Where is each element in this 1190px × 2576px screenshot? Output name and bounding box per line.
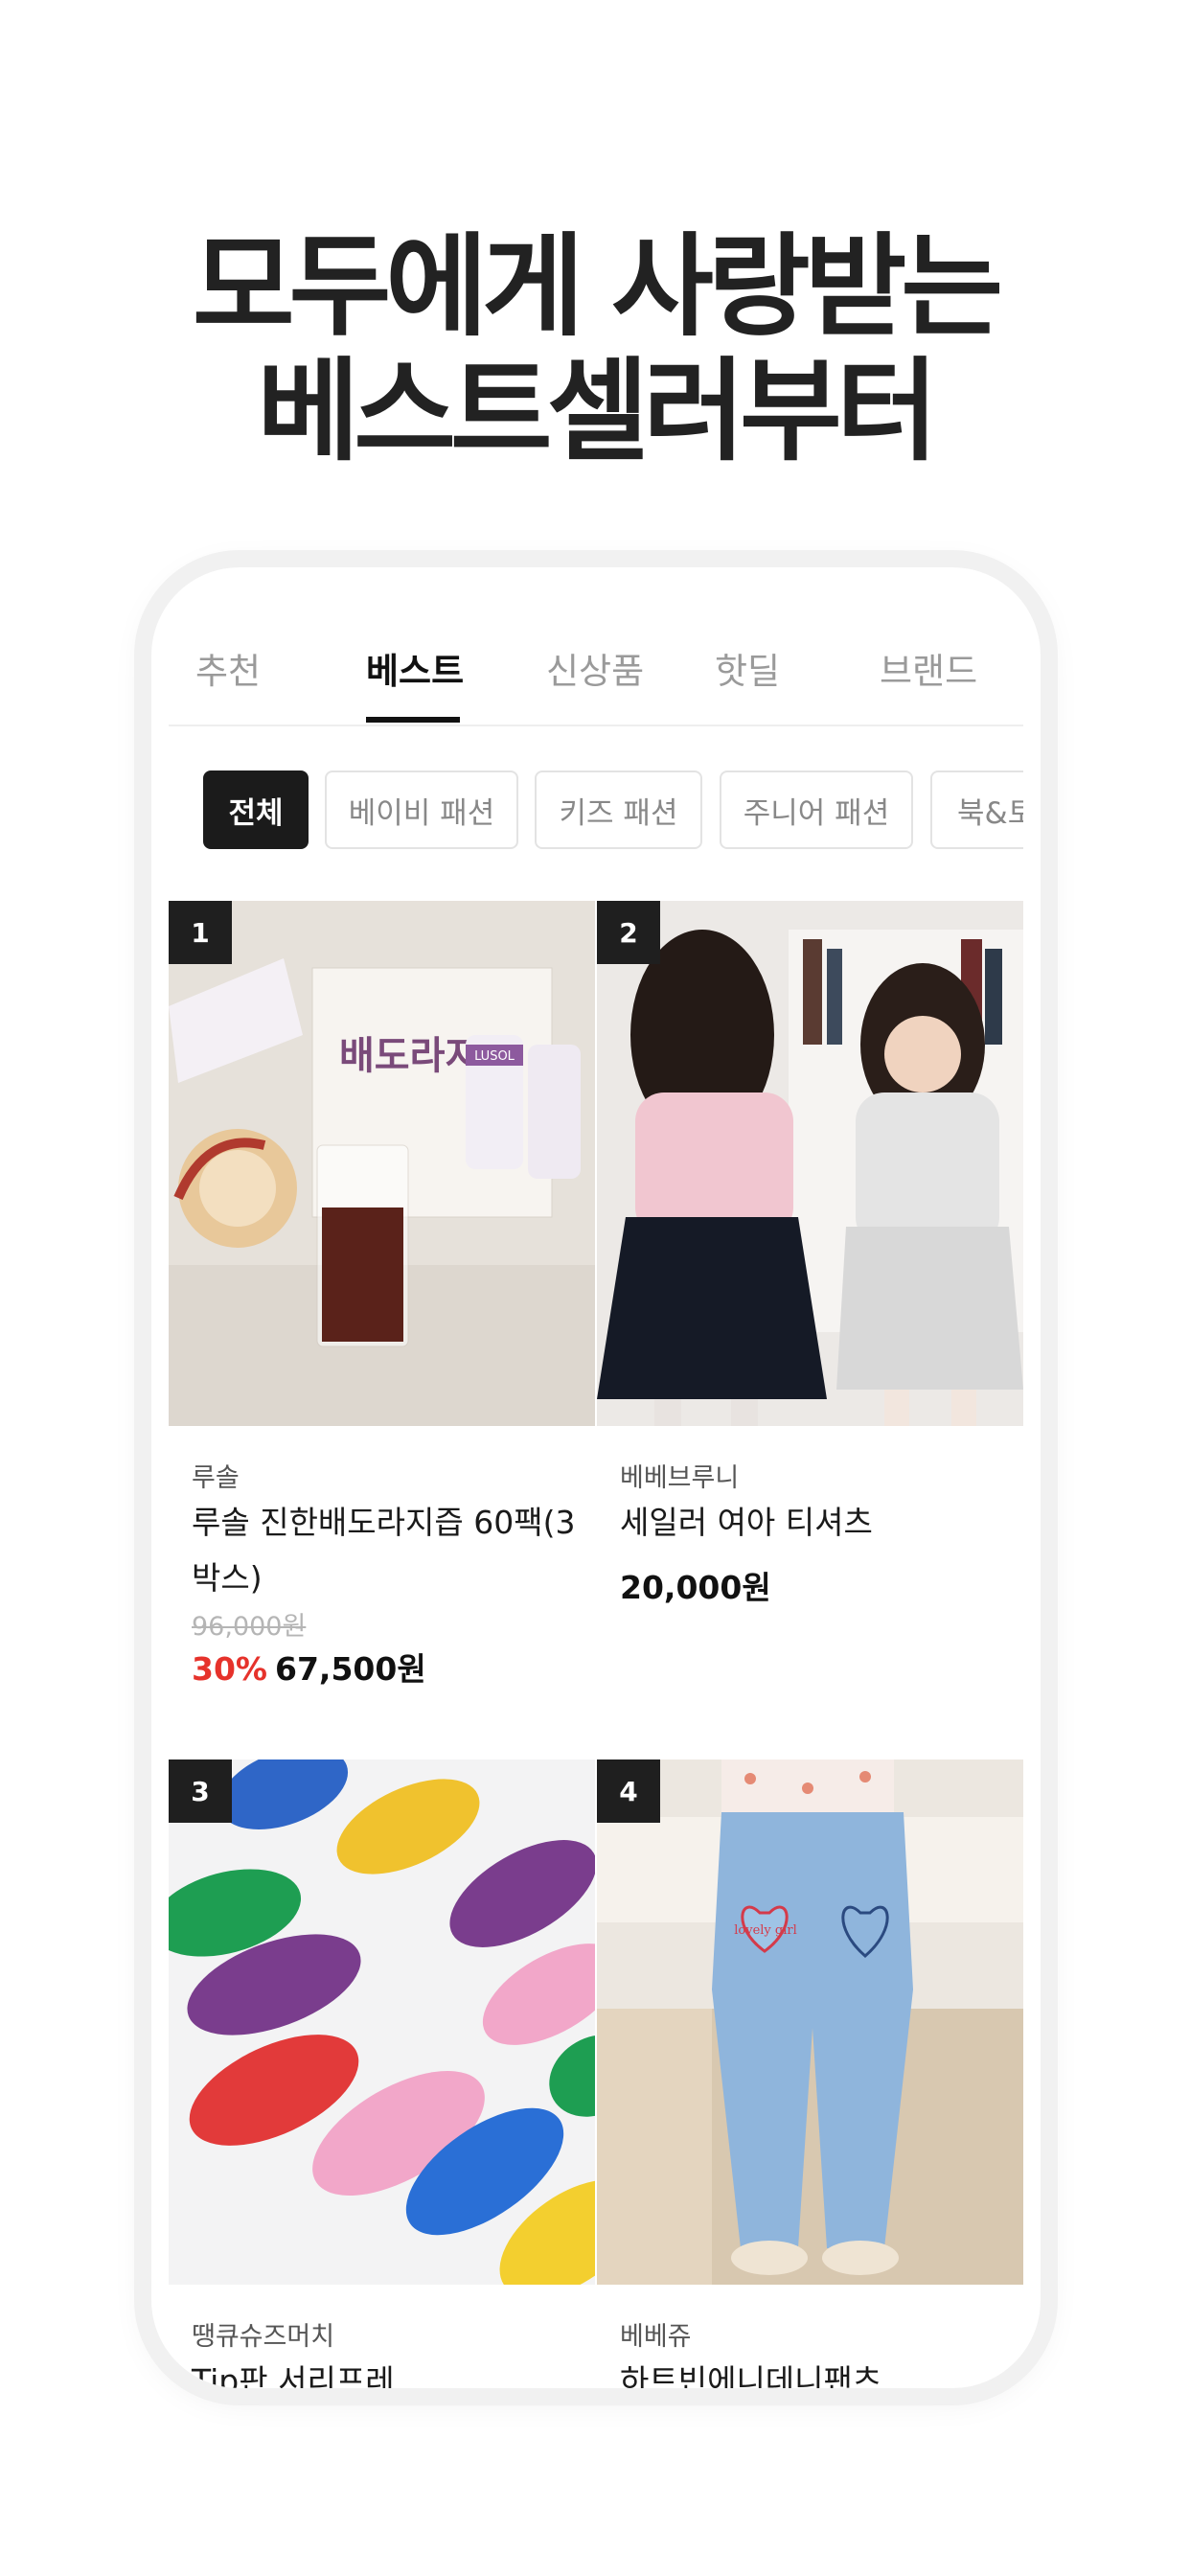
product-image[interactable]: 배도라지즙 LUSOL 1 (169, 901, 595, 1426)
sale-price: 67,500원 (275, 1650, 426, 1688)
chip-junior-fashion[interactable]: 주니어 패션 (720, 770, 913, 849)
tab-best[interactable]: 베스트 (366, 642, 464, 694)
headline-line-2: 베스트셀러부터 (257, 347, 938, 476)
tab-hotdeal[interactable]: 핫딜 (715, 642, 780, 694)
product-image[interactable]: 2 (597, 901, 1023, 1426)
product-image[interactable]: 3 (169, 1760, 595, 2285)
rank-badge: 3 (169, 1760, 232, 1823)
pouch-brand-label: LUSOL (474, 1049, 515, 1064)
tab-brand[interactable]: 브랜드 (880, 642, 977, 694)
active-tab-indicator (366, 717, 460, 723)
product-name[interactable]: 세일러 여아 티셔츠 (620, 1495, 1013, 1551)
product-brand: 루솔 (192, 1463, 240, 1493)
rank-badge: 4 (597, 1760, 660, 1823)
category-tabs: 추천 베스트 신상품 핫딜 브랜드 (169, 583, 1023, 726)
headline-line-1: 모두에게 사랑받는 (192, 222, 1003, 352)
chip-kids-fashion[interactable]: 키즈 패션 (535, 770, 702, 849)
sale-price: 20,000원 (620, 1569, 771, 1606)
tab-new[interactable]: 신상품 (546, 642, 644, 694)
chip-all[interactable]: 전체 (203, 770, 309, 849)
chip-baby-fashion[interactable]: 베이비 패션 (325, 770, 518, 849)
filter-chips: 전체 베이비 패션 키즈 패션 주니어 패션 북&토 (169, 770, 1023, 857)
pants-patch-label: lovely girl (734, 1923, 797, 1938)
original-price: 96,000원 (192, 1612, 307, 1642)
rank-badge: 2 (597, 901, 660, 964)
chip-books-toys[interactable]: 북&토 (930, 770, 1023, 849)
discount-rate: 30% (192, 1650, 267, 1688)
product-name[interactable]: Tip판 서리프레 (192, 2354, 584, 2388)
rank-badge: 1 (169, 901, 232, 964)
app-screen: 추천 베스트 신상품 핫딜 브랜드 전체 베이비 패션 키즈 패션 주니어 패션… (169, 583, 1023, 2388)
product-brand: 베베쥬 (620, 2322, 692, 2352)
product-name[interactable]: 하트빈에니데니팬츠 (620, 2354, 1013, 2388)
product-brand: 베베브루니 (620, 1463, 740, 1493)
phone-frame: 추천 베스트 신상품 핫딜 브랜드 전체 베이비 패션 키즈 패션 주니어 패션… (151, 567, 1041, 2388)
tab-recommend[interactable]: 추천 (195, 642, 261, 694)
product-brand: 땡큐슈즈머치 (192, 2322, 335, 2352)
product-image[interactable]: lovely girl 4 (597, 1760, 1023, 2285)
price-row: 30% 67,500원 (192, 1644, 426, 1690)
product-name[interactable]: 루솔 진한배도라지즙 60팩(3박스) (192, 1495, 584, 1606)
headline: 모두에게 사랑받는 베스트셀러부터 (0, 225, 1190, 474)
